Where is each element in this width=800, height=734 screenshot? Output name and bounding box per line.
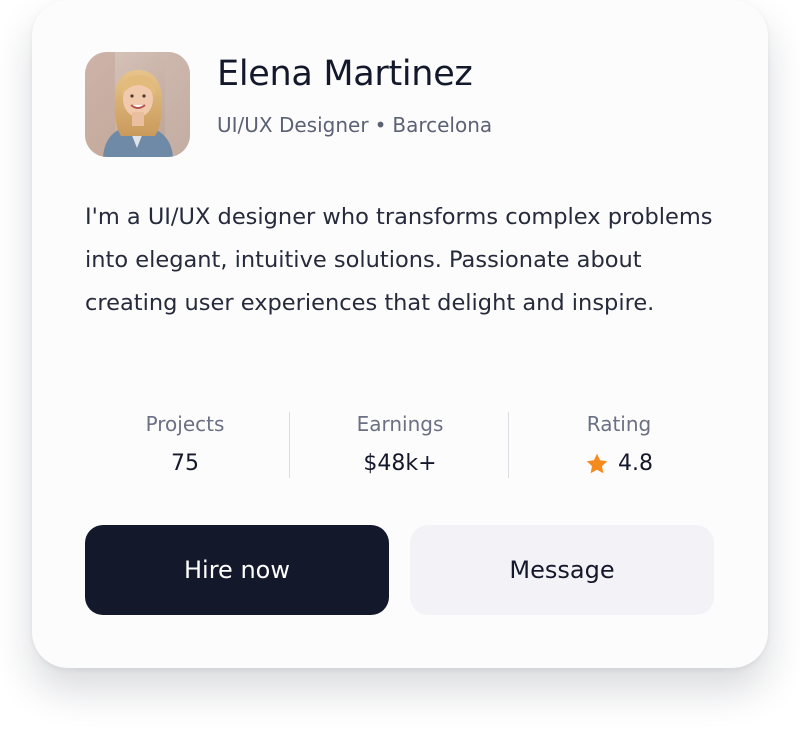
profile-bio: I'm a UI/UX designer who transforms comp…	[85, 204, 713, 316]
separator-dot: •	[374, 113, 387, 137]
stat-label: Rating	[586, 412, 652, 436]
profile-location: Barcelona	[392, 113, 493, 137]
stat-value: 4.8	[519, 444, 719, 484]
profile-role: UI/UX Designer	[217, 113, 369, 137]
stat-value-text: 4.8	[618, 451, 653, 476]
avatar-photo	[85, 52, 190, 157]
stat-earnings: Earnings $48k+	[300, 404, 500, 484]
stat-value-text: 75	[171, 451, 199, 476]
stat-value: $48k+	[300, 444, 500, 484]
stat-value: 75	[85, 444, 285, 484]
profile-name: Elena Martinez	[217, 54, 473, 94]
hire-now-button[interactable]: Hire now	[85, 525, 389, 615]
stat-label: Earnings	[356, 412, 444, 436]
avatar	[85, 52, 190, 157]
message-button[interactable]: Message	[410, 525, 714, 615]
stat-label: Projects	[145, 412, 225, 436]
stat-rating: Rating 4.8	[519, 404, 719, 484]
profile-card: Elena Martinez UI/UX Designer • Barcelona …	[32, 0, 768, 668]
stat-projects: Projects 75	[85, 404, 285, 484]
stat-value-text: $48k+	[363, 451, 437, 476]
stats-row: Projects 75 Earnings $48k+ Rating 4.8	[85, 404, 715, 484]
stat-divider	[508, 412, 509, 478]
stat-divider	[289, 412, 290, 478]
star-icon	[586, 453, 608, 474]
profile-subtitle: UI/UX Designer • Barcelona	[217, 113, 492, 137]
